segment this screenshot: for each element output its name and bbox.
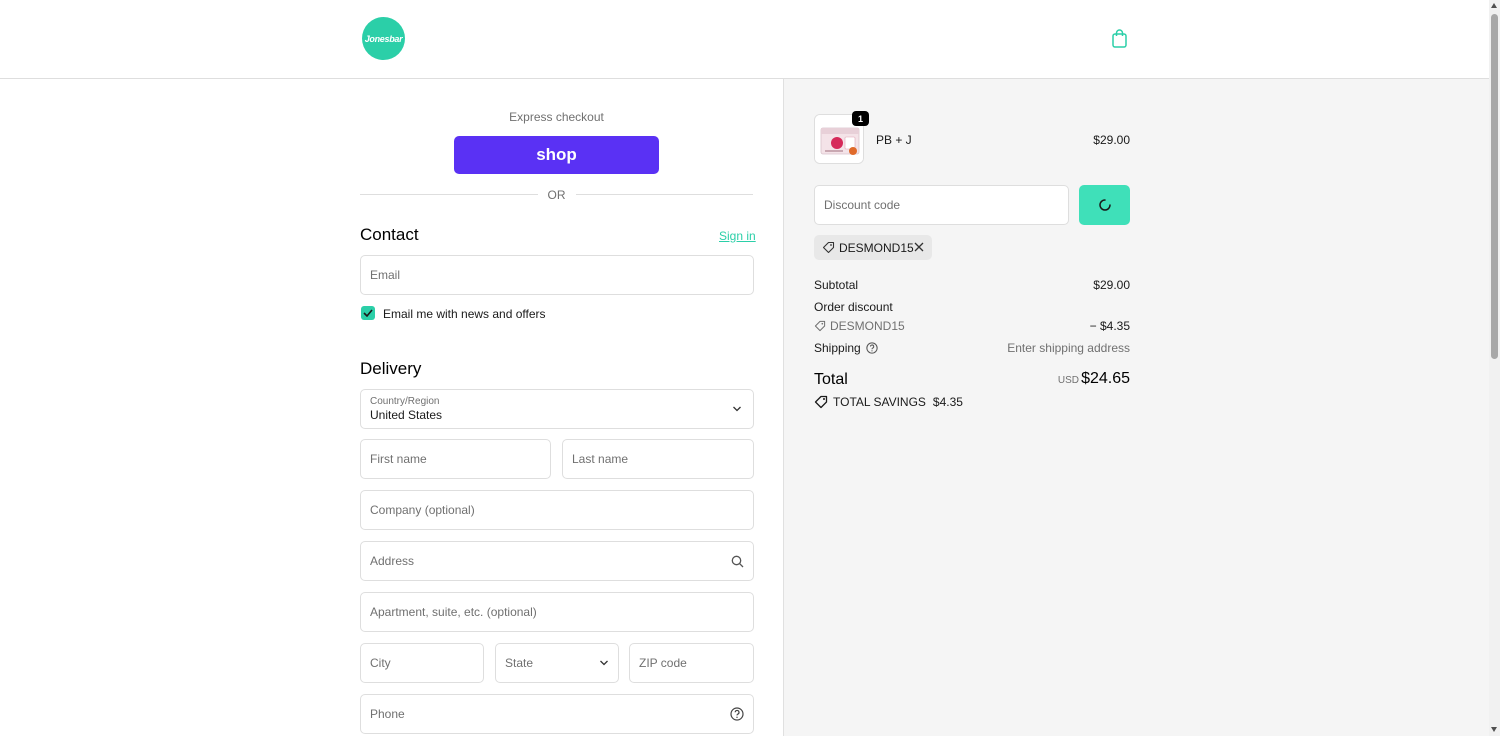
order-discount-label: Order discount — [814, 300, 893, 314]
first-name-placeholder: First name — [370, 452, 427, 466]
order-discount-code: DESMOND15 — [830, 319, 905, 333]
divider-left — [360, 194, 538, 195]
product-name: PB + J — [876, 133, 912, 147]
brand-logo[interactable]: Jonesbar — [362, 17, 405, 60]
city-field[interactable]: City — [360, 643, 484, 683]
company-placeholder: Company (optional) — [370, 503, 475, 517]
help-circle-icon[interactable] — [866, 342, 878, 354]
address-placeholder: Address — [370, 554, 415, 568]
shipping-row: Shipping — [814, 341, 878, 355]
apartment-field[interactable]: Apartment, suite, etc. (optional) — [360, 592, 754, 632]
subtotal-label: Subtotal — [814, 278, 859, 292]
last-name-placeholder: Last name — [572, 452, 629, 466]
zip-field[interactable]: ZIP code — [629, 643, 754, 683]
country-select[interactable]: Country/Region United States — [360, 389, 754, 429]
total-currency: USD — [1057, 375, 1079, 386]
applied-discount-chip: DESMOND15 — [814, 235, 932, 260]
first-name-field[interactable]: First name — [360, 439, 551, 479]
or-divider-label: OR — [547, 188, 566, 202]
last-name-field[interactable]: Last name — [562, 439, 754, 479]
scroll-down-arrow-icon[interactable] — [1491, 727, 1497, 732]
product-price: $29.00 — [1093, 133, 1130, 147]
discount-code-field[interactable]: Discount code — [814, 185, 1069, 225]
delivery-heading: Delivery — [360, 359, 422, 378]
phone-field[interactable]: Phone — [360, 694, 754, 734]
page-scrollbar[interactable] — [1489, 0, 1500, 736]
apartment-placeholder: Apartment, suite, etc. (optional) — [370, 605, 537, 619]
total-amount: $24.65 — [1081, 370, 1130, 387]
total-savings-row: TOTAL SAVINGS $4.35 — [814, 395, 963, 409]
shop-pay-button[interactable]: shop — [454, 136, 659, 174]
sign-in-link[interactable]: Sign in — [719, 229, 756, 243]
city-placeholder: City — [370, 656, 391, 670]
newsletter-checkbox[interactable] — [361, 306, 375, 320]
shopping-bag-icon[interactable] — [1110, 28, 1130, 50]
quantity-badge: 1 — [852, 111, 869, 126]
state-select[interactable]: State — [495, 643, 619, 683]
search-icon — [731, 555, 744, 567]
email-field[interactable]: Email — [360, 255, 754, 295]
order-discount-code-row: DESMOND15 — [814, 319, 905, 333]
applied-code: DESMOND15 — [839, 240, 914, 255]
order-discount-value: − $4.35 — [1089, 319, 1130, 333]
country-value: United States — [370, 408, 443, 422]
logo-text: Jonesbar — [364, 33, 403, 44]
loading-spinner-icon — [1098, 199, 1111, 211]
discount-placeholder: Discount code — [824, 198, 901, 212]
shipping-value: Enter shipping address — [1007, 341, 1130, 355]
savings-tag-icon — [814, 395, 828, 409]
savings-label: TOTAL SAVINGS — [833, 395, 926, 409]
remove-discount-icon[interactable] — [913, 241, 925, 253]
divider-right — [576, 194, 753, 195]
tag-icon — [814, 320, 826, 332]
chevron-down-icon — [600, 660, 608, 666]
tag-icon — [822, 241, 835, 254]
checkmark-icon — [363, 309, 373, 317]
state-placeholder: State — [505, 656, 534, 670]
newsletter-label: Email me with news and offers — [383, 307, 546, 321]
savings-amount: $4.35 — [932, 395, 963, 409]
subtotal-value: $29.00 — [1093, 278, 1130, 292]
site-header: Jonesbar — [0, 0, 1489, 79]
phone-placeholder: Phone — [370, 707, 405, 721]
help-circle-icon[interactable] — [730, 707, 744, 721]
email-placeholder: Email — [370, 268, 401, 282]
contact-heading: Contact — [360, 225, 419, 244]
country-label: Country/Region — [370, 396, 440, 407]
address-field[interactable]: Address — [360, 541, 754, 581]
company-field[interactable]: Company (optional) — [360, 490, 754, 530]
total-label: Total — [814, 371, 848, 388]
express-checkout-label: Express checkout — [509, 110, 604, 124]
zip-placeholder: ZIP code — [639, 656, 687, 670]
scrollbar-thumb[interactable] — [1491, 14, 1498, 359]
apply-discount-button[interactable] — [1079, 185, 1130, 225]
scroll-up-arrow-icon[interactable] — [1491, 3, 1497, 8]
chevron-down-icon — [733, 406, 741, 412]
shipping-label: Shipping — [814, 341, 861, 355]
